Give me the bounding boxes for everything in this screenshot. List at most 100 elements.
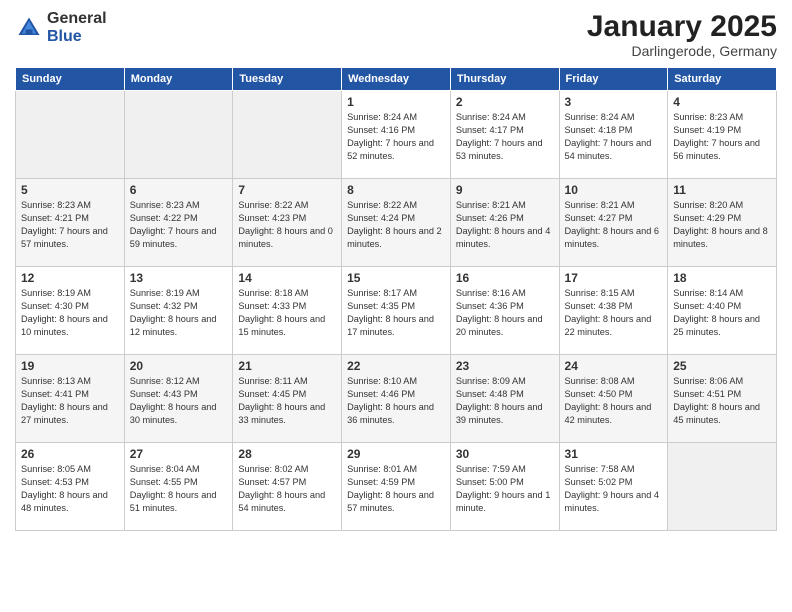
calendar-title: January 2025 <box>587 10 777 43</box>
calendar-cell <box>668 443 777 531</box>
day-info: Sunrise: 8:12 AM Sunset: 4:43 PM Dayligh… <box>130 375 228 427</box>
day-info: Sunrise: 8:22 AM Sunset: 4:23 PM Dayligh… <box>238 199 336 251</box>
calendar-cell: 1 Sunrise: 8:24 AM Sunset: 4:16 PM Daylig… <box>342 91 451 179</box>
calendar-cell: 14 Sunrise: 8:18 AM Sunset: 4:33 PM Dayli… <box>233 267 342 355</box>
calendar-cell <box>16 91 125 179</box>
title-area: January 2025 Darlingerode, Germany <box>587 10 777 59</box>
logo-text: General Blue <box>47 10 107 45</box>
calendar-cell: 4Sunrise: 8:23 AM Sunset: 4:19 PM Daylig… <box>668 91 777 179</box>
calendar-week-2: 5 Sunrise: 8:23 AM Sunset: 4:21 PM Daylig… <box>16 179 777 267</box>
day-number: 26 <box>21 447 119 461</box>
day-number: 30 <box>456 447 554 461</box>
day-number: 27 <box>130 447 228 461</box>
day-number: 11 <box>673 183 771 197</box>
calendar-cell: 28Sunrise: 8:02 AM Sunset: 4:57 PM Dayli… <box>233 443 342 531</box>
calendar-cell: 18Sunrise: 8:14 AM Sunset: 4:40 PM Dayli… <box>668 267 777 355</box>
calendar-cell: 8 Sunrise: 8:22 AM Sunset: 4:24 PM Daylig… <box>342 179 451 267</box>
day-info: Sunrise: 8:13 AM Sunset: 4:41 PM Dayligh… <box>21 375 119 427</box>
day-number: 7 <box>238 183 336 197</box>
calendar-cell: 25Sunrise: 8:06 AM Sunset: 4:51 PM Dayli… <box>668 355 777 443</box>
calendar-cell: 13 Sunrise: 8:19 AM Sunset: 4:32 PM Dayli… <box>124 267 233 355</box>
calendar-cell: 2 Sunrise: 8:24 AM Sunset: 4:17 PM Daylig… <box>450 91 559 179</box>
day-number: 31 <box>565 447 663 461</box>
day-number: 6 <box>130 183 228 197</box>
calendar-cell <box>233 91 342 179</box>
calendar-week-5: 26 Sunrise: 8:05 AM Sunset: 4:53 PM Dayli… <box>16 443 777 531</box>
day-number: 16 <box>456 271 554 285</box>
day-info: Sunrise: 8:18 AM Sunset: 4:33 PM Dayligh… <box>238 287 336 339</box>
day-info: Sunrise: 8:04 AM Sunset: 4:55 PM Dayligh… <box>130 463 228 515</box>
calendar-cell: 31 Sunrise: 7:58 AM Sunset: 5:02 PM Dayli… <box>559 443 668 531</box>
calendar-body: 1 Sunrise: 8:24 AM Sunset: 4:16 PM Daylig… <box>16 91 777 531</box>
day-info: Sunrise: 8:08 AM Sunset: 4:50 PM Dayligh… <box>565 375 663 427</box>
day-info: Sunrise: 8:05 AM Sunset: 4:53 PM Dayligh… <box>21 463 119 515</box>
calendar-cell: 16 Sunrise: 8:16 AM Sunset: 4:36 PM Dayli… <box>450 267 559 355</box>
day-info: Sunrise: 7:58 AM Sunset: 5:02 PM Dayligh… <box>565 463 663 515</box>
day-number: 22 <box>347 359 445 373</box>
header: General Blue January 2025 Darlingerode, … <box>15 10 777 59</box>
logo-blue: Blue <box>47 28 107 46</box>
calendar-cell: 7 Sunrise: 8:22 AM Sunset: 4:23 PM Daylig… <box>233 179 342 267</box>
header-monday: Monday <box>124 68 233 91</box>
day-number: 12 <box>21 271 119 285</box>
day-number: 2 <box>456 95 554 109</box>
day-info: Sunrise: 8:20 AM Sunset: 4:29 PM Dayligh… <box>673 199 771 251</box>
day-number: 9 <box>456 183 554 197</box>
header-thursday: Thursday <box>450 68 559 91</box>
day-info: Sunrise: 8:15 AM Sunset: 4:38 PM Dayligh… <box>565 287 663 339</box>
day-info: Sunrise: 8:10 AM Sunset: 4:46 PM Dayligh… <box>347 375 445 427</box>
header-tuesday: Tuesday <box>233 68 342 91</box>
calendar-week-1: 1 Sunrise: 8:24 AM Sunset: 4:16 PM Daylig… <box>16 91 777 179</box>
day-info: Sunrise: 8:23 AM Sunset: 4:22 PM Dayligh… <box>130 199 228 251</box>
day-info: Sunrise: 8:02 AM Sunset: 4:57 PM Dayligh… <box>238 463 336 515</box>
day-number: 8 <box>347 183 445 197</box>
calendar-cell: 11 Sunrise: 8:20 AM Sunset: 4:29 PM Dayli… <box>668 179 777 267</box>
header-wednesday: Wednesday <box>342 68 451 91</box>
calendar-table: Sunday Monday Tuesday Wednesday Thursday… <box>15 67 777 531</box>
day-number: 24 <box>565 359 663 373</box>
day-number: 5 <box>21 183 119 197</box>
header-friday: Friday <box>559 68 668 91</box>
day-number: 21 <box>238 359 336 373</box>
day-info: Sunrise: 8:23 AM Sunset: 4:19 PM Dayligh… <box>673 111 771 163</box>
calendar-cell: 10Sunrise: 8:21 AM Sunset: 4:27 PM Dayli… <box>559 179 668 267</box>
calendar-cell: 27 Sunrise: 8:04 AM Sunset: 4:55 PM Dayli… <box>124 443 233 531</box>
header-sunday: Sunday <box>16 68 125 91</box>
header-saturday: Saturday <box>668 68 777 91</box>
calendar-cell: 9 Sunrise: 8:21 AM Sunset: 4:26 PM Daylig… <box>450 179 559 267</box>
day-number: 23 <box>456 359 554 373</box>
logo: General Blue <box>15 10 107 45</box>
calendar-cell: 17 Sunrise: 8:15 AM Sunset: 4:38 PM Dayli… <box>559 267 668 355</box>
calendar-cell: 24 Sunrise: 8:08 AM Sunset: 4:50 PM Dayli… <box>559 355 668 443</box>
calendar-cell: 29 Sunrise: 8:01 AM Sunset: 4:59 PM Dayli… <box>342 443 451 531</box>
day-info: Sunrise: 8:11 AM Sunset: 4:45 PM Dayligh… <box>238 375 336 427</box>
day-number: 17 <box>565 271 663 285</box>
calendar-cell: 20 Sunrise: 8:12 AM Sunset: 4:43 PM Dayli… <box>124 355 233 443</box>
day-number: 1 <box>347 95 445 109</box>
day-number: 29 <box>347 447 445 461</box>
day-number: 14 <box>238 271 336 285</box>
calendar-cell: 5 Sunrise: 8:23 AM Sunset: 4:21 PM Daylig… <box>16 179 125 267</box>
header-row: Sunday Monday Tuesday Wednesday Thursday… <box>16 68 777 91</box>
day-info: Sunrise: 8:22 AM Sunset: 4:24 PM Dayligh… <box>347 199 445 251</box>
day-info: Sunrise: 8:16 AM Sunset: 4:36 PM Dayligh… <box>456 287 554 339</box>
calendar-cell: 30 Sunrise: 7:59 AM Sunset: 5:00 PM Dayli… <box>450 443 559 531</box>
day-info: Sunrise: 8:21 AM Sunset: 4:26 PM Dayligh… <box>456 199 554 251</box>
calendar-cell: 6 Sunrise: 8:23 AM Sunset: 4:22 PM Daylig… <box>124 179 233 267</box>
logo-icon <box>15 14 43 42</box>
day-info: Sunrise: 8:17 AM Sunset: 4:35 PM Dayligh… <box>347 287 445 339</box>
calendar-cell: 12Sunrise: 8:19 AM Sunset: 4:30 PM Dayli… <box>16 267 125 355</box>
day-number: 18 <box>673 271 771 285</box>
day-number: 3 <box>565 95 663 109</box>
calendar-subtitle: Darlingerode, Germany <box>587 43 777 59</box>
day-info: Sunrise: 8:23 AM Sunset: 4:21 PM Dayligh… <box>21 199 119 251</box>
day-info: Sunrise: 8:01 AM Sunset: 4:59 PM Dayligh… <box>347 463 445 515</box>
calendar-cell <box>124 91 233 179</box>
page-container: General Blue January 2025 Darlingerode, … <box>0 0 792 612</box>
day-info: Sunrise: 8:19 AM Sunset: 4:32 PM Dayligh… <box>130 287 228 339</box>
day-info: Sunrise: 7:59 AM Sunset: 5:00 PM Dayligh… <box>456 463 554 515</box>
day-number: 20 <box>130 359 228 373</box>
day-number: 13 <box>130 271 228 285</box>
day-info: Sunrise: 8:24 AM Sunset: 4:16 PM Dayligh… <box>347 111 445 163</box>
day-info: Sunrise: 8:24 AM Sunset: 4:17 PM Dayligh… <box>456 111 554 163</box>
